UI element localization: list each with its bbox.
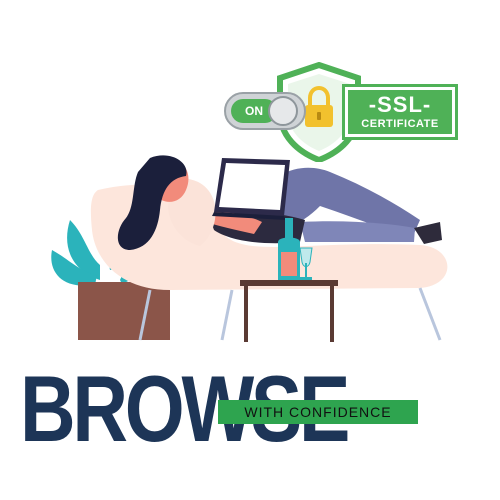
laptop-icon xyxy=(212,158,290,220)
toggle-knob[interactable] xyxy=(268,96,298,126)
ssl-toggle[interactable]: ON xyxy=(224,92,306,130)
person-reclining-with-laptop-icon xyxy=(51,155,448,342)
tagline-text: WITH CONFIDENCE xyxy=(244,404,392,420)
ssl-subtitle: CERTIFICATE xyxy=(361,118,439,130)
tagline-bar: WITH CONFIDENCE xyxy=(218,400,418,424)
ssl-promo-banner: ON -SSL- CERTIFICATE BROWSE WITH CONFIDE… xyxy=(0,0,500,500)
ssl-badge-fill: -SSL- CERTIFICATE xyxy=(348,90,452,134)
ssl-certificate-badge: -SSL- CERTIFICATE xyxy=(342,84,458,140)
ssl-title: -SSL- xyxy=(368,92,432,117)
